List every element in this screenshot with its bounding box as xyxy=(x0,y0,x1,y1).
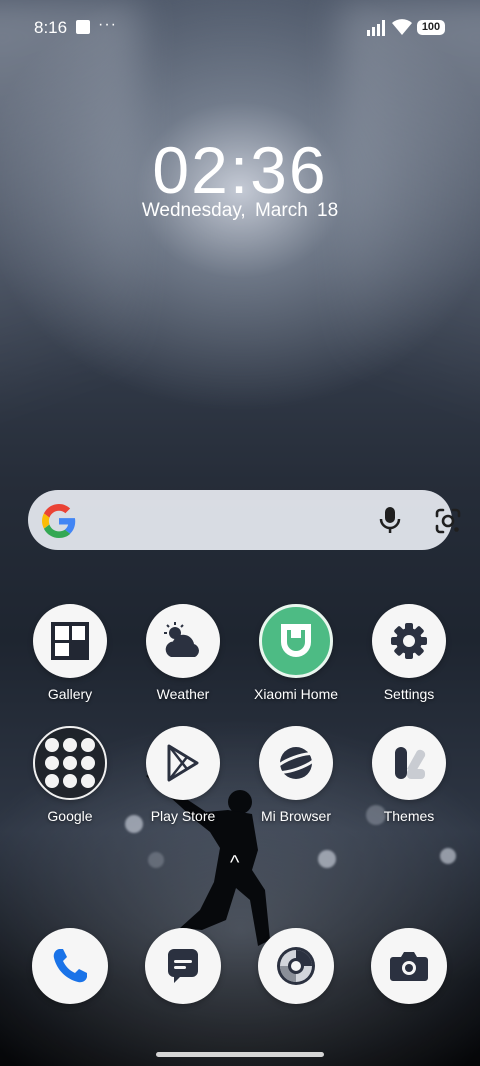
app-label: Play Store xyxy=(150,808,216,824)
app-label: Mi Browser xyxy=(260,808,331,824)
app-themes[interactable]: Themes xyxy=(359,726,459,824)
app-mi-browser[interactable]: Mi Browser xyxy=(246,726,346,824)
more-notifications-icon: ··· xyxy=(98,16,117,33)
play-store-icon xyxy=(146,726,220,800)
dock-camera[interactable] xyxy=(359,928,459,1004)
wallpaper-bokeh xyxy=(318,850,336,868)
settings-gear-icon xyxy=(372,604,446,678)
dock-messages[interactable] xyxy=(133,928,233,1004)
swipe-up-hint-icon: ^ xyxy=(230,852,240,874)
google-folder-icon xyxy=(33,726,107,800)
messages-icon xyxy=(145,928,221,1004)
app-settings[interactable]: Settings xyxy=(359,604,459,702)
weather-icon xyxy=(146,604,220,678)
wallpaper-light-beam-left xyxy=(0,0,140,560)
camera-icon xyxy=(371,928,447,1004)
google-search-bar[interactable] xyxy=(28,490,461,550)
gallery-icon xyxy=(33,604,107,678)
gesture-navigation-bar[interactable] xyxy=(156,1052,324,1057)
app-label: Weather xyxy=(156,686,210,702)
app-google-folder[interactable]: Google xyxy=(20,726,120,824)
mi-browser-icon xyxy=(259,726,333,800)
wallpaper-bokeh xyxy=(148,852,164,868)
dock-phone[interactable] xyxy=(20,928,120,1004)
status-bar: 8:16 ··· 100 xyxy=(0,0,480,56)
google-g-icon xyxy=(42,504,76,538)
cellular-signal-icon xyxy=(367,20,385,36)
notification-square-icon xyxy=(76,20,90,34)
dock-camera-lens-app[interactable] xyxy=(246,928,346,1004)
app-label: Themes xyxy=(383,808,435,824)
app-label: Xiaomi Home xyxy=(253,686,339,702)
status-time: 8:16 xyxy=(34,18,68,37)
clock-date[interactable]: Wednesday, March 18 xyxy=(0,200,480,222)
wifi-icon xyxy=(392,19,412,35)
app-label: Google xyxy=(47,808,93,824)
wallpaper-light-beam-right xyxy=(340,0,480,560)
themes-icon xyxy=(372,726,446,800)
camera-lens-app-icon xyxy=(258,928,334,1004)
battery-icon: 100 xyxy=(417,20,445,35)
app-label: Gallery xyxy=(47,686,93,702)
app-gallery[interactable]: Gallery xyxy=(20,604,120,702)
app-xiaomi-home[interactable]: Xiaomi Home xyxy=(246,604,346,702)
microphone-icon[interactable] xyxy=(379,507,401,533)
app-label: Settings xyxy=(383,686,435,702)
app-play-store[interactable]: Play Store xyxy=(133,726,233,824)
clock-time[interactable]: 02:36 xyxy=(0,132,480,208)
phone-icon xyxy=(32,928,108,1004)
google-lens-icon[interactable] xyxy=(435,508,461,534)
xiaomi-home-icon xyxy=(259,604,333,678)
wallpaper-bokeh xyxy=(440,848,456,864)
app-weather[interactable]: Weather xyxy=(133,604,233,702)
